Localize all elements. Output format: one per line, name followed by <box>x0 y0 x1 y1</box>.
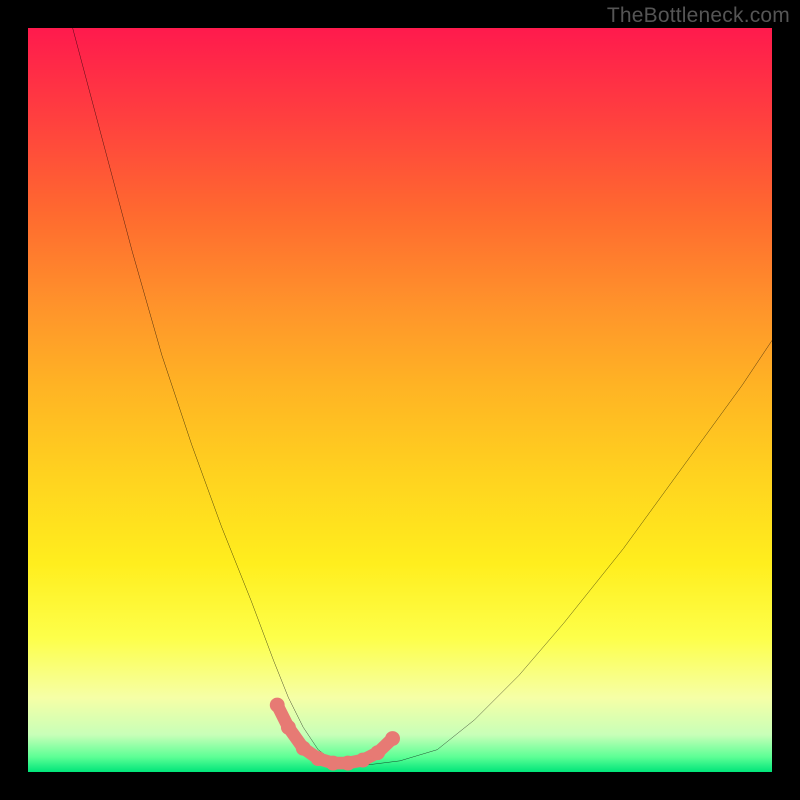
optimal-band-dot <box>340 756 355 771</box>
chart-frame: TheBottleneck.com <box>0 0 800 800</box>
bottleneck-curve <box>73 28 772 765</box>
optimal-band-dot <box>326 756 341 771</box>
optimal-band-dot <box>281 720 296 735</box>
optimal-band-dot <box>270 698 285 713</box>
optimal-band-dots <box>270 698 400 771</box>
curve-layer <box>28 28 772 772</box>
optimal-band-dot <box>296 741 311 756</box>
optimal-band-dot <box>370 745 385 760</box>
optimal-band-dot <box>355 753 370 768</box>
optimal-band-dot <box>311 751 326 766</box>
watermark-text: TheBottleneck.com <box>607 4 790 28</box>
chart-svg <box>28 28 772 772</box>
optimal-band-dot <box>385 731 400 746</box>
plot-area <box>28 28 772 772</box>
